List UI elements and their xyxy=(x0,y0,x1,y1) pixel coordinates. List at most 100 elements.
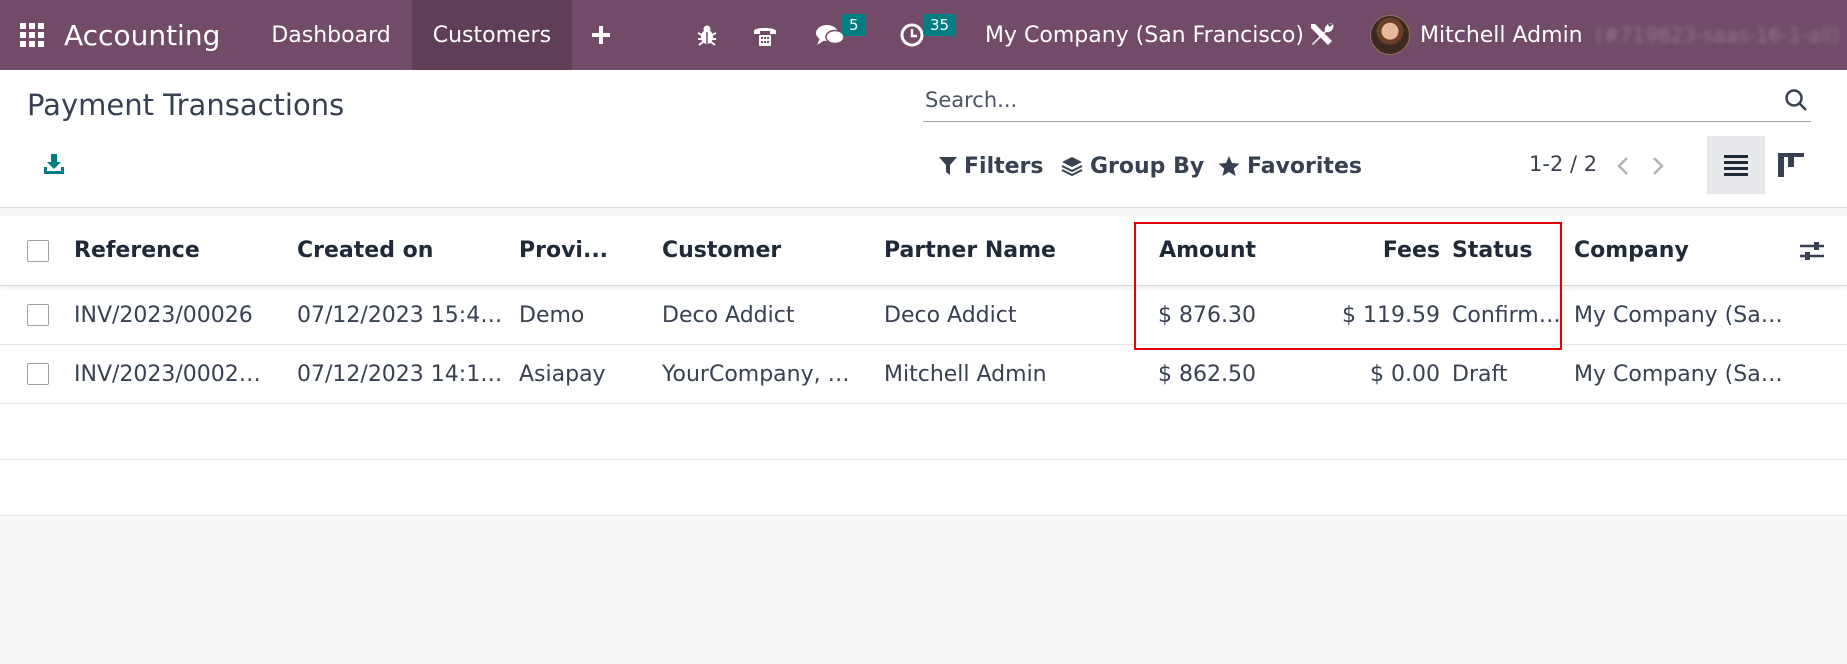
filters-label: Filters xyxy=(964,153,1044,179)
column-header-customer[interactable]: Customer xyxy=(662,216,862,285)
column-header-partner-name[interactable]: Partner Name xyxy=(884,216,1084,285)
search-icon xyxy=(1785,88,1807,111)
voip-button[interactable] xyxy=(748,0,782,70)
user-menu[interactable]: Mitchell Admin xyxy=(1370,0,1583,70)
bug-icon xyxy=(697,25,717,46)
download-icon xyxy=(44,154,64,174)
settings-button[interactable] xyxy=(1304,0,1340,70)
column-header-reference[interactable]: Reference xyxy=(74,216,274,285)
list-view-button[interactable] xyxy=(1707,136,1765,194)
row-checkbox[interactable] xyxy=(27,304,49,326)
phone-icon xyxy=(754,28,776,46)
cell-text: 07/12/2023 14:13:00 xyxy=(297,361,505,387)
kanban-icon xyxy=(1778,153,1804,177)
cell-text: $ 862.50 xyxy=(1158,361,1256,387)
search-button[interactable] xyxy=(1781,85,1811,115)
cell-text: INV/2023/00025-1 xyxy=(74,361,274,387)
cell-company: My Company (San Francisco) xyxy=(1574,345,1786,403)
cell-amount: $ 862.50 xyxy=(1106,345,1256,403)
database-name: (#719823-saas-16-1-all) xyxy=(1595,23,1840,47)
cell-partner-name: Mitchell Admin xyxy=(884,345,1090,403)
cell-text: Demo xyxy=(519,302,585,328)
list-icon xyxy=(1724,155,1748,176)
cell-text: $ 0.00 xyxy=(1370,361,1440,387)
kanban-view-button[interactable] xyxy=(1762,136,1820,194)
chat-icon xyxy=(816,25,845,45)
chevron-right-icon xyxy=(1653,157,1664,175)
user-name: Mitchell Admin xyxy=(1420,22,1583,48)
menu-dashboard[interactable]: Dashboard xyxy=(250,0,411,70)
empty-row xyxy=(0,404,1847,460)
control-panel: Payment Transactions Filters Group By Fa… xyxy=(0,70,1847,208)
grid-icon xyxy=(20,23,44,47)
app-brand[interactable]: Accounting xyxy=(64,19,220,52)
cell-text: My Company (San Francisco) xyxy=(1574,361,1786,387)
table-row[interactable]: INV/2023/00025-1 07/12/2023 14:13:00 Asi… xyxy=(0,345,1847,404)
filters-button[interactable]: Filters xyxy=(939,148,1044,184)
cell-text: Draft xyxy=(1452,361,1508,387)
table-row[interactable]: INV/2023/00026 07/12/2023 15:40:00 Demo … xyxy=(0,286,1847,345)
transactions-table: Reference Created on Provi... Customer P… xyxy=(0,216,1847,516)
top-navbar: Accounting Dashboard Customers 5 35 My C… xyxy=(0,0,1847,70)
activities-badge: 35 xyxy=(923,14,957,36)
sliders-icon xyxy=(1800,242,1824,260)
cell-customer: Deco Addict xyxy=(662,286,868,344)
cell-text: YourCompany, Mitchell Admin xyxy=(662,361,868,387)
cell-text: 07/12/2023 15:40:00 xyxy=(297,302,505,328)
star-icon xyxy=(1218,156,1240,176)
favorites-button[interactable]: Favorites xyxy=(1218,148,1362,184)
column-header-fees[interactable]: Fees xyxy=(1296,216,1440,285)
avatar xyxy=(1370,15,1410,55)
cell-created-on: 07/12/2023 15:40:00 xyxy=(297,286,505,344)
layers-icon xyxy=(1061,157,1083,177)
filter-icon xyxy=(939,157,957,175)
favorites-label: Favorites xyxy=(1247,153,1362,179)
row-checkbox[interactable] xyxy=(27,363,49,385)
cell-text: Deco Addict xyxy=(884,302,1017,328)
menu-customers[interactable]: Customers xyxy=(411,0,573,70)
app-menu-button[interactable] xyxy=(0,0,64,70)
cell-reference: INV/2023/00026 xyxy=(74,286,274,344)
cell-text: My Company (San Francisco) xyxy=(1574,302,1786,328)
export-button[interactable] xyxy=(38,148,70,180)
cell-status: Draft xyxy=(1452,345,1562,403)
cell-text: INV/2023/00026 xyxy=(74,302,253,328)
cell-text: $ 876.30 xyxy=(1158,302,1256,328)
search-bar xyxy=(923,78,1811,122)
cell-reference: INV/2023/00025-1 xyxy=(74,345,274,403)
column-header-company[interactable]: Company xyxy=(1574,216,1774,285)
table-header: Reference Created on Provi... Customer P… xyxy=(0,216,1847,286)
tools-icon xyxy=(1311,23,1334,45)
cell-status: Confirmed xyxy=(1452,286,1562,344)
pager-value[interactable]: 1-2 / 2 xyxy=(1529,152,1597,176)
column-header-amount[interactable]: Amount xyxy=(1106,216,1256,285)
cell-fees: $ 0.00 xyxy=(1296,345,1440,403)
cell-created-on: 07/12/2023 14:13:00 xyxy=(297,345,505,403)
more-menu-button[interactable] xyxy=(572,0,630,70)
cell-text: Confirmed xyxy=(1452,302,1562,328)
messages-badge: 5 xyxy=(842,14,866,36)
plus-icon xyxy=(592,26,611,44)
debug-button[interactable] xyxy=(690,0,724,70)
pager-previous[interactable] xyxy=(1610,148,1636,184)
cell-partner-name: Deco Addict xyxy=(884,286,1090,344)
cell-amount: $ 876.30 xyxy=(1106,286,1256,344)
chevron-left-icon xyxy=(1617,157,1628,175)
search-input[interactable] xyxy=(923,87,1781,112)
company-switcher[interactable]: My Company (San Francisco) xyxy=(985,0,1304,70)
column-header-provider[interactable]: Provi... xyxy=(519,216,639,285)
column-header-created-on[interactable]: Created on xyxy=(297,216,497,285)
select-all-checkbox[interactable] xyxy=(27,240,49,262)
cell-text: Mitchell Admin xyxy=(884,361,1047,387)
cell-company: My Company (San Francisco) xyxy=(1574,286,1786,344)
optional-columns-toggle[interactable] xyxy=(1797,236,1827,266)
pager-next[interactable] xyxy=(1645,148,1671,184)
clock-icon xyxy=(900,23,924,47)
cell-text: Asiapay xyxy=(519,361,606,387)
group-by-button[interactable]: Group By xyxy=(1061,148,1204,184)
column-header-status[interactable]: Status xyxy=(1452,216,1552,285)
cell-provider: Demo xyxy=(519,286,639,344)
cell-text: $ 119.59 xyxy=(1342,302,1440,328)
empty-row xyxy=(0,460,1847,516)
cell-customer: YourCompany, Mitchell Admin xyxy=(662,345,868,403)
